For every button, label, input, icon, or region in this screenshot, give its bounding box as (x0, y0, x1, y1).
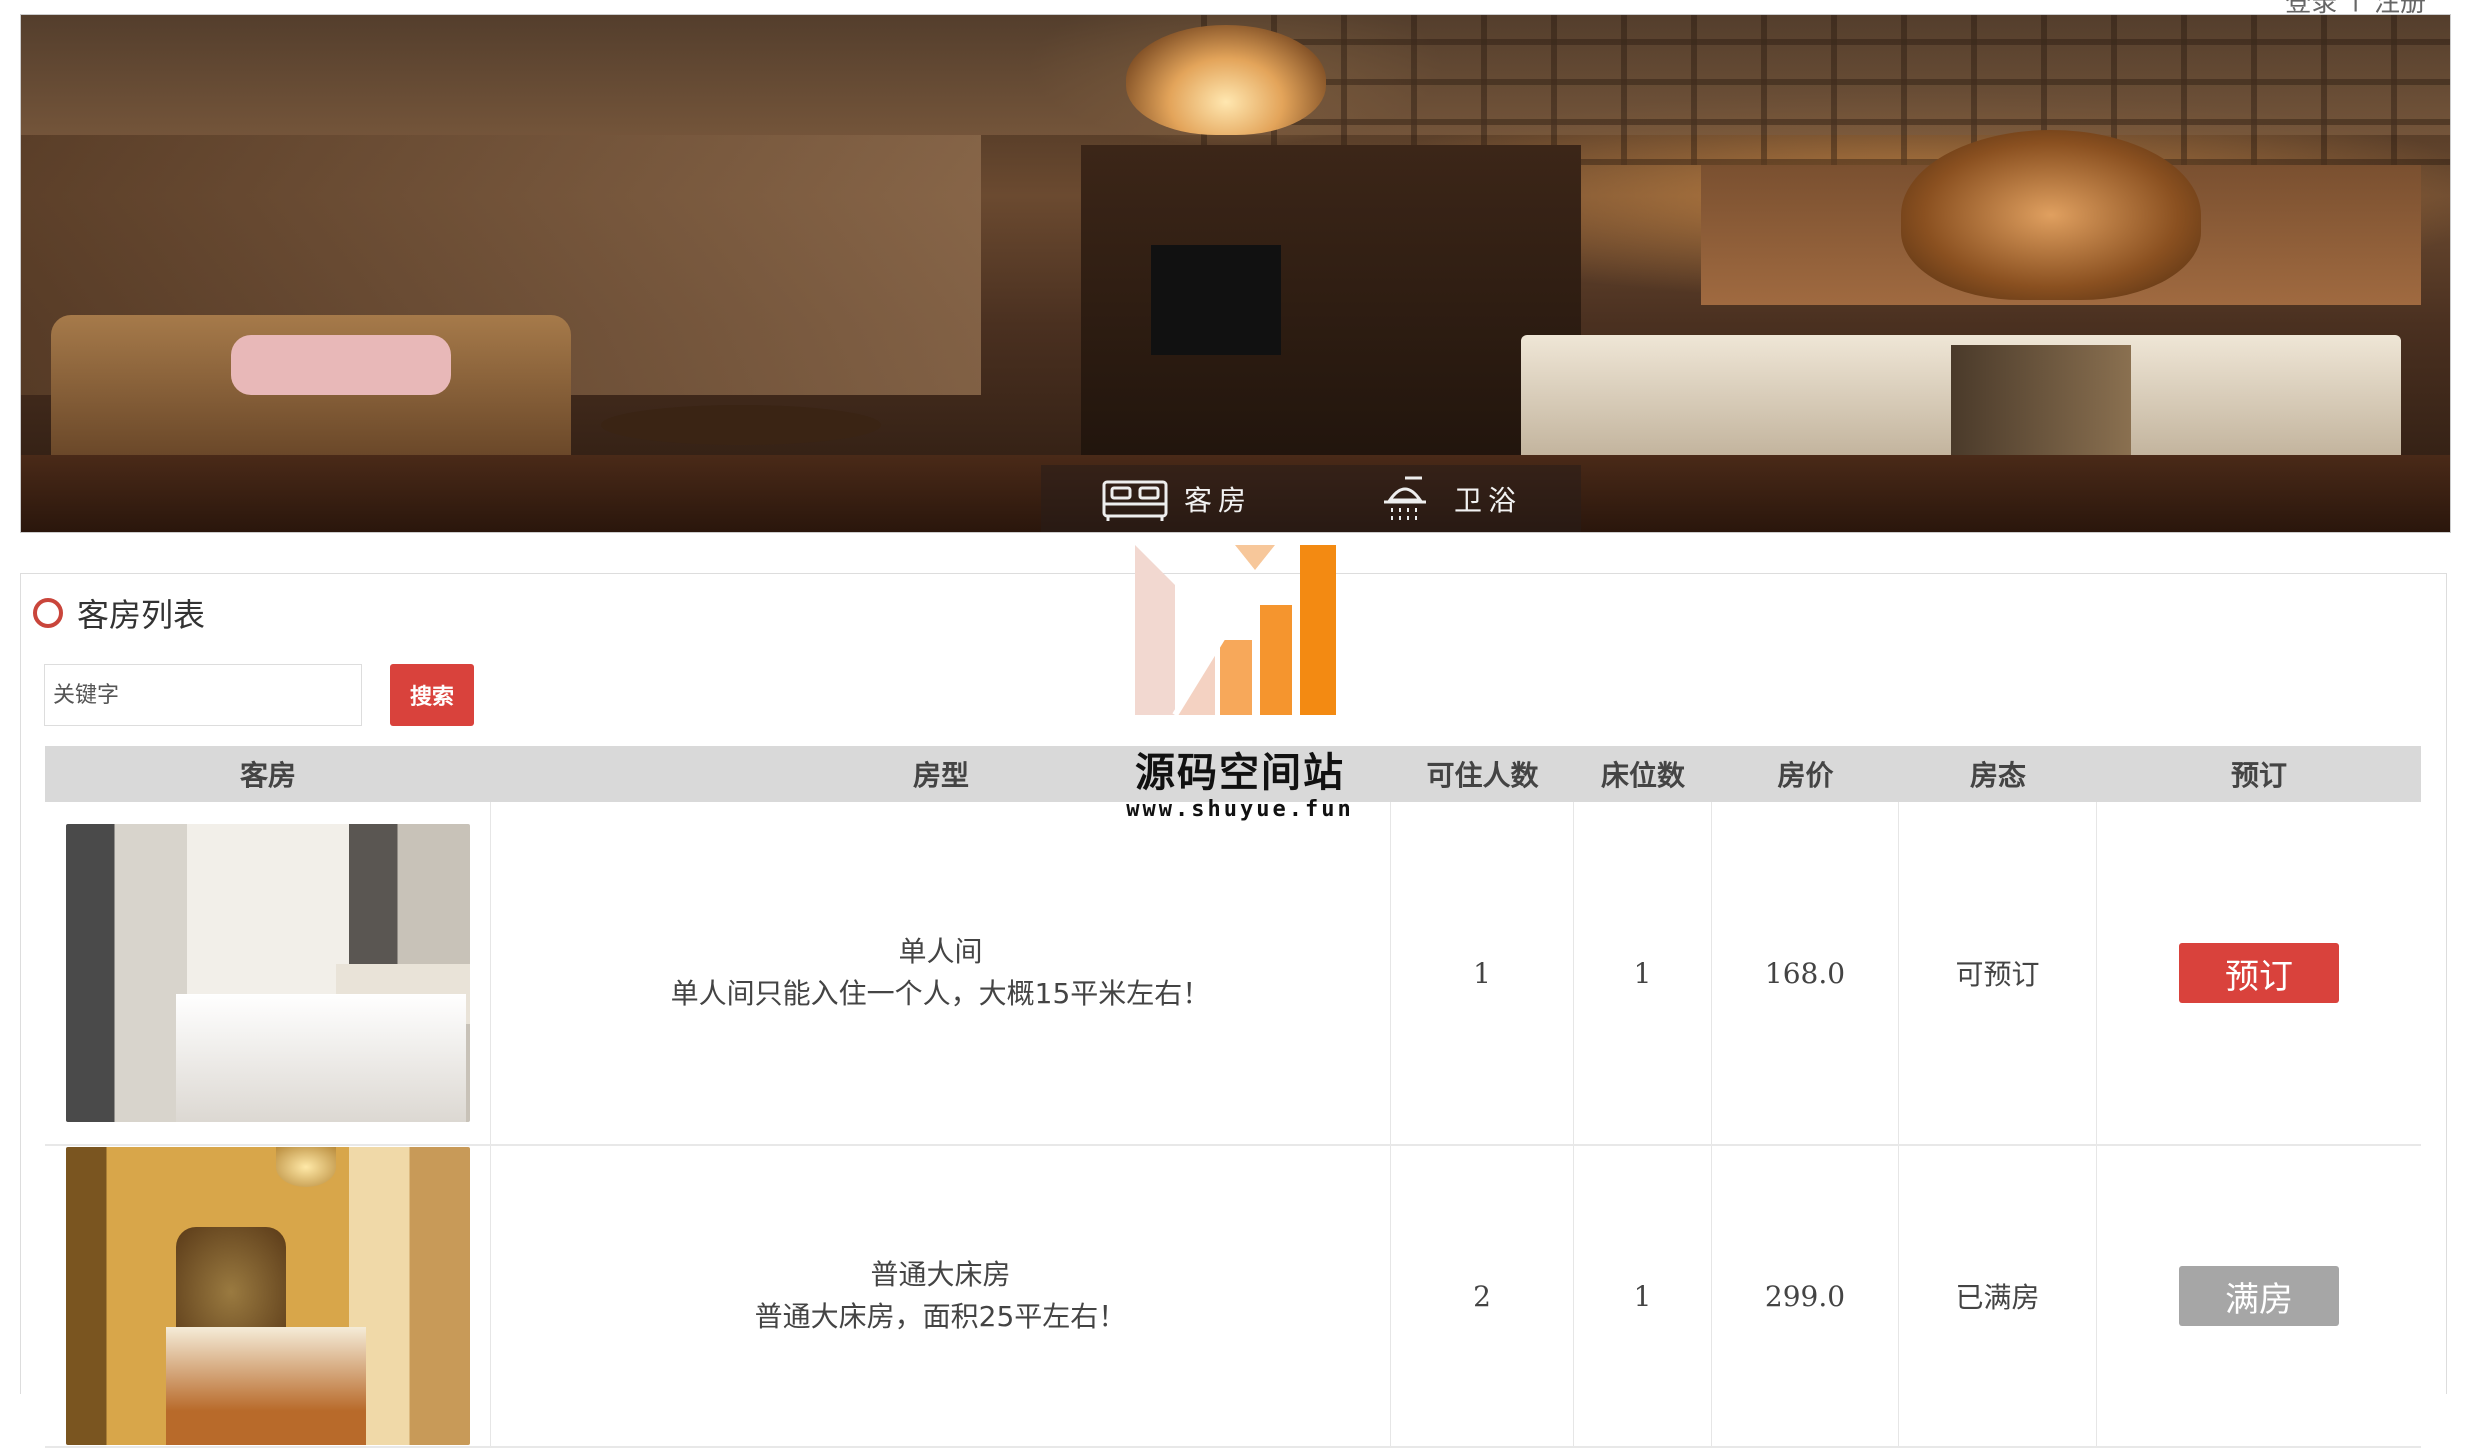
room-beds: 1 (1574, 1146, 1712, 1446)
room-image-cell (45, 1146, 491, 1446)
banner-nav: 客房 卫浴 (1041, 465, 1581, 532)
room-beds: 1 (1574, 802, 1712, 1144)
table-row: 单人间 单人间只能入住一个人，大概15平米左右！ 1 1 168.0 可预订 预… (45, 802, 2421, 1146)
col-header-status: 房态 (1969, 759, 2026, 792)
circle-icon (33, 598, 63, 628)
banner-lamp (1126, 25, 1326, 135)
col-header-beds: 床位数 (1600, 759, 1685, 792)
register-link[interactable]: 注册 (2374, 0, 2426, 18)
room-capacity: 2 (1391, 1146, 1574, 1446)
shower-icon (1383, 476, 1426, 520)
col-header-price: 房价 (1777, 759, 1834, 792)
watermark: 源码空间站 www.shuyue.fun (1120, 545, 1360, 835)
hero-banner: 客房 卫浴 (20, 14, 2451, 533)
search-button[interactable]: 搜索 (390, 664, 474, 726)
banner-table (601, 405, 881, 445)
login-link[interactable]: 登录 (2285, 0, 2337, 18)
room-image-lamp (275, 1147, 336, 1187)
col-header-capacity: 可住人数 (1426, 759, 1539, 792)
col-header-room: 客房 (239, 759, 296, 792)
search-input[interactable] (44, 664, 362, 726)
room-status: 可预订 (1899, 802, 2097, 1144)
room-image-bed (165, 1327, 366, 1445)
room-action-cell: 预订 (2097, 802, 2421, 1144)
table-row: 普通大床房 普通大床房，面积25平左右！ 2 1 299.0 已满房 满房 (45, 1146, 2421, 1448)
watermark-title: 源码空间站 (1135, 750, 1345, 796)
room-image-bed (175, 994, 466, 1122)
auth-separator: | (2351, 0, 2360, 12)
banner-ceiling-grid (1201, 15, 2450, 165)
col-header-action: 预订 (2230, 759, 2287, 792)
room-image-cell (45, 802, 491, 1144)
room-type-desc: 单人间只能入住一个人，大概15平米左右！ (670, 977, 1211, 1010)
watermark-logo-icon (1135, 545, 1336, 715)
room-type-name: 单人间 (898, 935, 983, 968)
room-image[interactable] (65, 824, 470, 1122)
room-type-desc: 普通大床房，面积25平左右！ (754, 1300, 1127, 1333)
nav-bath-label: 卫浴 (1453, 483, 1522, 517)
watermark-url: www.shuyue.fun (1126, 797, 1354, 822)
panel-header: 客房列表 (33, 590, 205, 636)
room-type-text: 普通大床房 普通大床房，面积25平左右！ (755, 1254, 1127, 1338)
room-type-cell: 单人间 单人间只能入住一个人，大概15平米左右！ (491, 802, 1391, 1144)
room-type-name: 普通大床房 (870, 1258, 1011, 1291)
book-button[interactable]: 预订 (2179, 943, 2339, 1003)
banner-cushion (231, 335, 451, 395)
room-capacity: 1 (1391, 802, 1574, 1144)
nav-rooms-label: 客房 (1183, 483, 1252, 517)
bed-icon (1102, 480, 1168, 521)
room-price: 168.0 (1712, 802, 1899, 1144)
nav-item-rooms[interactable]: 客房 (1100, 476, 1252, 522)
room-action-cell: 满房 (2097, 1146, 2421, 1446)
room-image[interactable] (65, 1147, 470, 1445)
banner-leaf-decor (1901, 130, 2201, 300)
room-type-cell: 普通大床房 普通大床房，面积25平左右！ (491, 1146, 1391, 1446)
page-title: 客房列表 (77, 596, 206, 634)
auth-links: 登录 | 注册 (2285, 0, 2426, 18)
room-type-text: 单人间 单人间只能入住一个人，大概15平米左右！ (671, 931, 1211, 1015)
banner-bed-runner (1951, 345, 2131, 465)
room-price: 299.0 (1712, 1146, 1899, 1446)
nav-item-bath[interactable]: 卫浴 (1370, 476, 1522, 522)
full-button: 满房 (2179, 1266, 2339, 1326)
room-table: 客房 房型 可住人数 床位数 房价 房态 预订 单人间 单人间只能入住一个人，大… (45, 746, 2421, 1448)
banner-tv (1151, 245, 1281, 355)
room-status: 已满房 (1899, 1146, 2097, 1446)
